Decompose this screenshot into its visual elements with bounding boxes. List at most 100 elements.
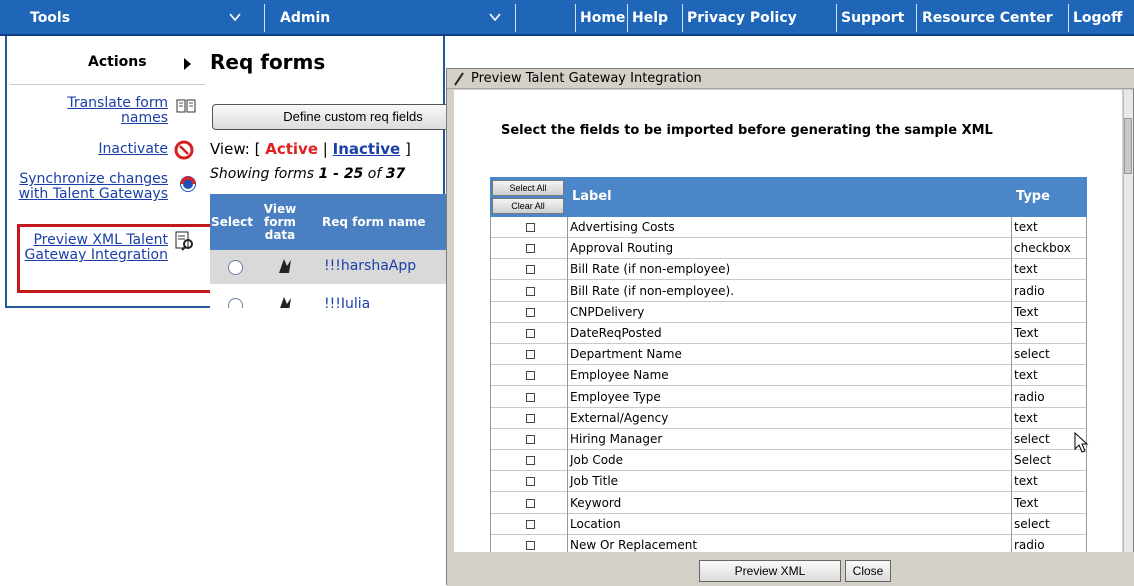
field-label: Employee Name: [570, 368, 669, 383]
mouse-cursor-icon: [1074, 432, 1089, 453]
dialog-footer: Preview XML Close: [447, 552, 1134, 586]
sync-icon[interactable]: [178, 174, 198, 194]
field-row[interactable]: Job Code Select: [490, 450, 1087, 472]
chevron-down-icon[interactable]: [488, 10, 502, 24]
field-row[interactable]: DateReqPosted Text: [490, 323, 1087, 344]
nav-divider: [575, 4, 576, 32]
inactivate-link[interactable]: Inactivate: [40, 142, 168, 157]
field-row[interactable]: Advertising Costs text: [490, 217, 1087, 238]
field-checkbox[interactable]: [526, 329, 535, 338]
chevron-down-icon[interactable]: [228, 10, 242, 24]
field-checkbox[interactable]: [526, 265, 535, 275]
field-row[interactable]: Hiring Manager select: [490, 429, 1087, 450]
col-header-view-form-data[interactable]: View form data: [260, 194, 300, 250]
view-suffix: ]: [404, 140, 411, 158]
row-select-radio[interactable]: [228, 260, 243, 275]
showing-of: of: [363, 166, 386, 182]
field-checkbox[interactable]: [526, 371, 535, 381]
field-checkbox[interactable]: [526, 519, 535, 529]
field-row[interactable]: New Or Replacement radio: [490, 535, 1087, 552]
page-title: Req forms: [210, 50, 326, 74]
admin-menu[interactable]: Admin: [280, 0, 330, 36]
showing-range: 1 - 25: [318, 166, 364, 182]
field-checkbox[interactable]: [526, 456, 535, 466]
field-row[interactable]: Employee Name text: [490, 365, 1087, 387]
field-row[interactable]: Department Name select: [490, 344, 1087, 366]
field-label: Advertising Costs: [570, 220, 675, 234]
row-select-radio[interactable]: [228, 298, 243, 308]
field-row[interactable]: Bill Rate (if non-employee). radio: [490, 281, 1087, 302]
nav-link-logoff[interactable]: Logoff: [1073, 0, 1123, 36]
field-label: New Or Replacement: [570, 538, 698, 552]
scrollbar-thumb[interactable]: [1124, 118, 1132, 174]
req-form-name[interactable]: !!!harshaApp: [324, 258, 416, 274]
field-type: Text: [1014, 304, 1039, 319]
field-checkbox[interactable]: [526, 477, 535, 487]
clear-all-button[interactable]: Clear All: [492, 198, 564, 214]
field-checkbox[interactable]: [526, 350, 535, 360]
close-button[interactable]: Close: [845, 560, 891, 582]
nav-divider: [836, 4, 837, 32]
preview-xml-button[interactable]: Preview XML: [699, 560, 841, 582]
view-filter: View: [ Active | Inactive ]: [210, 140, 411, 158]
field-row[interactable]: Employee Type radio: [490, 387, 1087, 408]
col-header-req-form-name[interactable]: Req form name: [322, 194, 462, 250]
nav-divider: [682, 4, 683, 32]
field-checkbox[interactable]: [526, 286, 535, 296]
field-checkbox[interactable]: [526, 307, 535, 317]
nav-link-resource-center[interactable]: Resource Center: [922, 0, 1053, 36]
field-checkbox[interactable]: [526, 244, 535, 254]
field-row[interactable]: Location select: [490, 514, 1087, 535]
field-row[interactable]: Job Title text: [490, 471, 1087, 493]
translate-form-names-link[interactable]: Translate form names: [20, 96, 168, 126]
dialog-scrollbar[interactable]: [1123, 90, 1133, 552]
select-all-button[interactable]: Select All: [492, 180, 564, 196]
field-row[interactable]: External/Agency text: [490, 408, 1087, 429]
form-data-icon[interactable]: [276, 256, 294, 276]
field-checkbox[interactable]: [526, 435, 535, 444]
field-type: radio: [1014, 283, 1045, 298]
nav-link-support[interactable]: Support: [841, 0, 904, 36]
field-checkbox[interactable]: [526, 541, 535, 550]
pagination-summary: Showing forms 1 - 25 of 37: [210, 166, 405, 182]
field-checkbox[interactable]: [526, 413, 535, 423]
table-row[interactable]: !!!Julia: [210, 284, 448, 308]
nav-divider: [916, 4, 917, 32]
tools-menu[interactable]: Tools: [30, 0, 70, 36]
nav-link-help[interactable]: Help: [632, 0, 668, 36]
form-data-icon[interactable]: [276, 294, 294, 308]
field-checkbox[interactable]: [526, 498, 535, 508]
view-active-filter[interactable]: Active: [265, 140, 318, 158]
dialog-title-bar[interactable]: Preview Talent Gateway Integration: [447, 69, 1134, 89]
field-label: Bill Rate (if non-employee): [570, 262, 731, 277]
col-header-type: Type: [1016, 189, 1050, 204]
view-separator: |: [322, 140, 328, 158]
define-custom-req-fields-button[interactable]: Define custom req fields: [212, 104, 452, 130]
field-type: radio: [1014, 538, 1045, 552]
field-type: radio: [1014, 389, 1045, 404]
req-form-name[interactable]: !!!Julia: [324, 296, 370, 308]
column-divider: [1011, 217, 1012, 552]
view-inactive-filter[interactable]: Inactive: [333, 140, 401, 158]
col-header-select[interactable]: Select: [210, 194, 254, 250]
field-row[interactable]: Approval Routing checkbox: [490, 238, 1087, 260]
inactivate-icon[interactable]: [174, 140, 194, 160]
nav-link-home[interactable]: Home: [580, 0, 625, 36]
nav-link-privacy-policy[interactable]: Privacy Policy: [687, 0, 797, 36]
field-checkbox[interactable]: [526, 392, 535, 402]
field-label: Location: [570, 516, 621, 531]
showing-prefix: Showing forms: [210, 166, 319, 182]
forms-table-header: Select View form data Req form name: [210, 194, 448, 250]
divider: [10, 84, 205, 85]
field-row[interactable]: Keyword Text: [490, 493, 1087, 514]
field-label: Bill Rate (if non-employee).: [570, 283, 735, 298]
synchronize-link[interactable]: Synchronize changes with Talent Gateways: [10, 172, 168, 202]
field-type: checkbox: [1014, 241, 1071, 256]
triangle-right-icon: [184, 58, 191, 70]
preview-dialog: Preview Talent Gateway Integration Selec…: [446, 68, 1134, 586]
book-icon[interactable]: [176, 96, 196, 116]
field-row[interactable]: Bill Rate (if non-employee) text: [490, 259, 1087, 281]
field-checkbox[interactable]: [526, 223, 535, 232]
field-row[interactable]: CNPDelivery Text: [490, 302, 1087, 323]
table-row[interactable]: !!!harshaApp: [210, 250, 448, 284]
